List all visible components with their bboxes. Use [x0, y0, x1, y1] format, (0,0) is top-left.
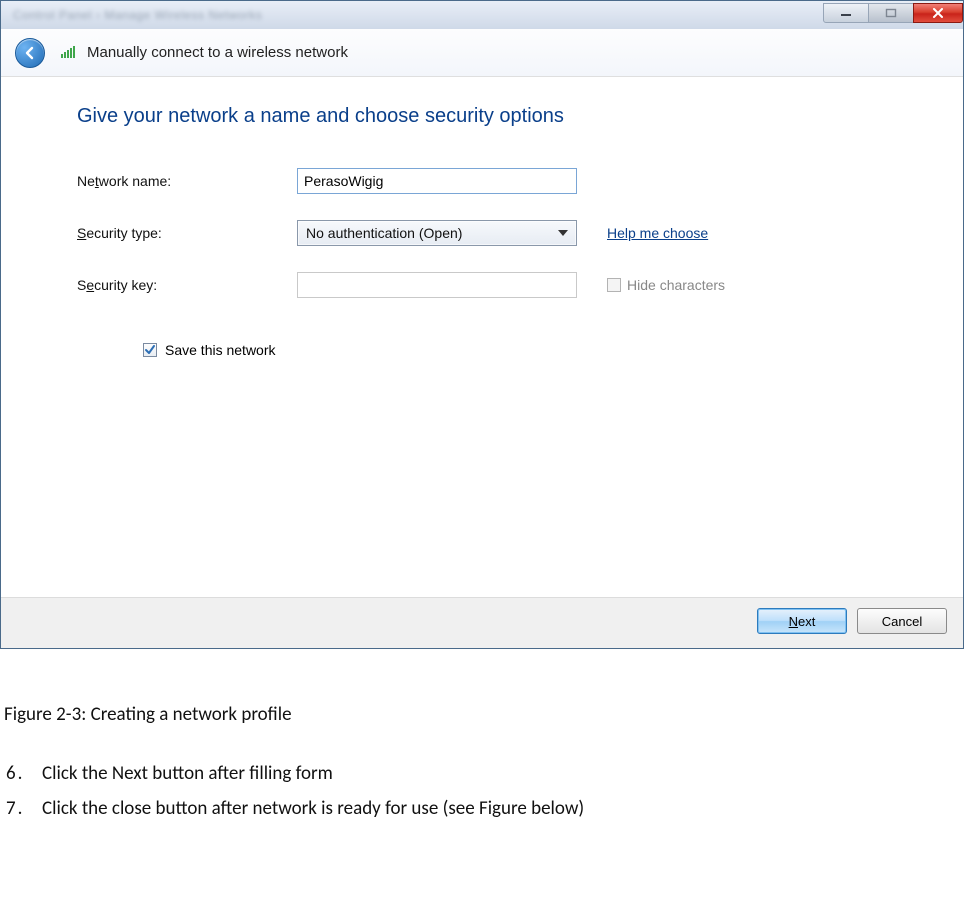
list-item: 6Click the Next button after filling for…: [4, 756, 980, 791]
arrow-left-icon: [22, 45, 38, 61]
wizard-header: Manually connect to a wireless network: [1, 29, 963, 77]
label-security-key: Security key:: [77, 277, 297, 293]
row-security-type: Security type: No authentication (Open) …: [77, 220, 903, 246]
label-security-type: Security type:: [77, 225, 297, 241]
checkbox-checked-icon: [143, 343, 157, 357]
security-type-value: No authentication (Open): [306, 225, 558, 241]
row-network-name: Network name:: [77, 168, 903, 194]
security-key-input: [297, 272, 577, 298]
minimize-button[interactable]: [823, 3, 869, 23]
wizard-title: Manually connect to a wireless network: [87, 44, 348, 61]
security-type-select[interactable]: No authentication (Open): [297, 220, 577, 246]
label-network-name: Network name:: [77, 173, 297, 189]
maximize-button: [868, 3, 914, 23]
page-heading: Give your network a name and choose secu…: [77, 105, 903, 128]
next-button[interactable]: Next: [757, 608, 847, 634]
network-name-input[interactable]: [297, 168, 577, 194]
close-button[interactable]: [913, 3, 963, 23]
checkbox-icon: [607, 278, 621, 292]
cancel-button[interactable]: Cancel: [857, 608, 947, 634]
wizard-content: Give your network a name and choose secu…: [1, 77, 963, 597]
save-network-checkbox[interactable]: Save this network: [143, 342, 903, 358]
hide-characters-checkbox: Hide characters: [607, 277, 725, 293]
window-controls: [824, 3, 963, 23]
step-list: 6Click the Next button after filling for…: [4, 756, 980, 826]
window-titlebar: Control Panel › Manage Wireless Networks: [1, 1, 963, 29]
breadcrumb-blur: Control Panel › Manage Wireless Networks: [9, 8, 824, 22]
list-item: 7Click the close button after network is…: [4, 791, 980, 826]
wizard-window: Control Panel › Manage Wireless Networks: [0, 0, 964, 649]
figure-caption: Figure 2-3: Creating a network profile: [4, 697, 980, 732]
wireless-signal-icon: [59, 41, 79, 64]
help-me-choose-link[interactable]: Help me choose: [607, 225, 708, 241]
chevron-down-icon: [558, 230, 568, 236]
document-text: Figure 2-3: Creating a network profile 6…: [0, 649, 980, 826]
wizard-footer: Next Cancel: [1, 597, 963, 648]
row-security-key: Security key: Hide characters: [77, 272, 903, 298]
back-button[interactable]: [15, 38, 45, 68]
